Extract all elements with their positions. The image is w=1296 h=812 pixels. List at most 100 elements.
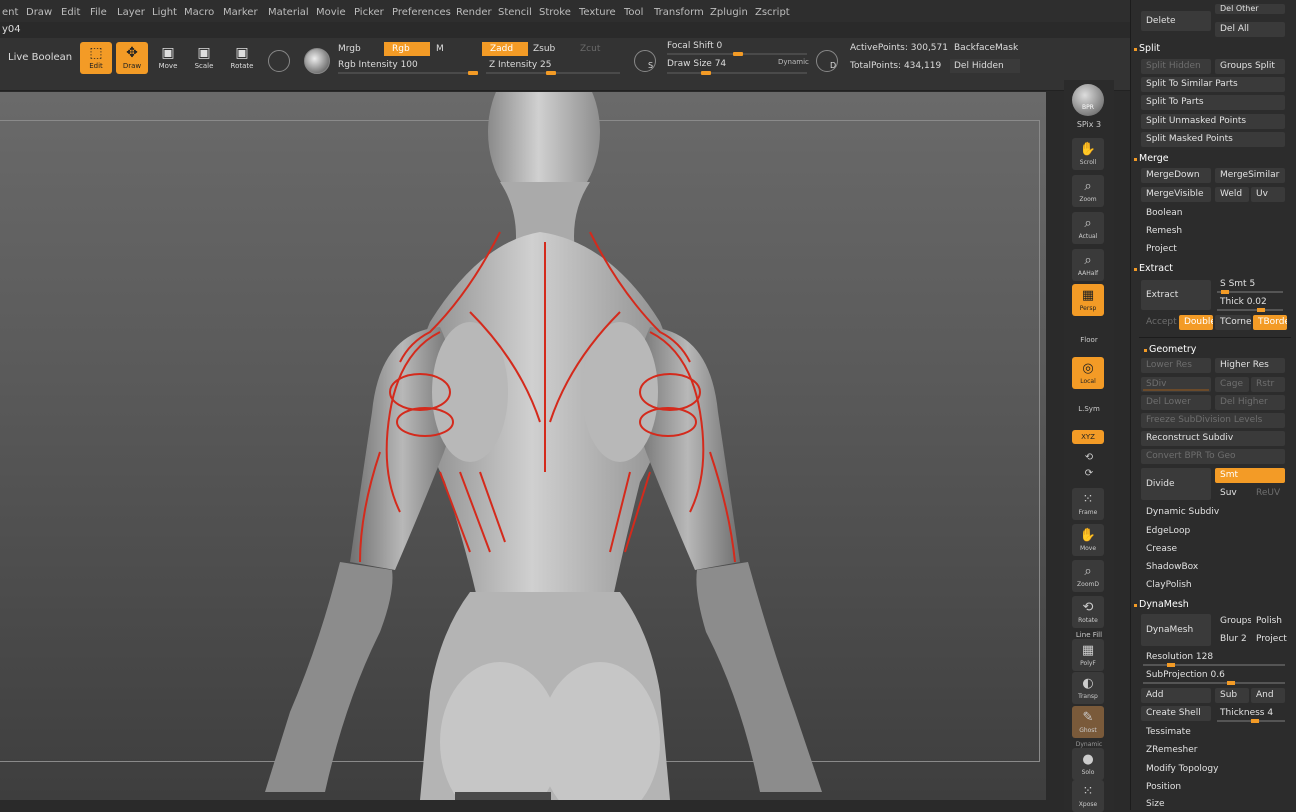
create-shell-button[interactable]: Create Shell — [1141, 706, 1211, 721]
move-button[interactable]: ▣ Move — [152, 42, 184, 74]
tborde-button[interactable]: TBorde — [1253, 315, 1287, 330]
persp-button[interactable]: ▦ Persp — [1072, 284, 1104, 316]
del-hidden-button[interactable]: Del Hidden — [950, 59, 1020, 73]
merge-down-button[interactable]: MergeDown — [1141, 168, 1211, 183]
menu-item[interactable]: Preferences — [392, 7, 451, 18]
groups-button[interactable]: Groups — [1215, 614, 1251, 629]
smt-button[interactable]: Smt — [1215, 468, 1285, 483]
subprojection-slider[interactable]: SubProjection 0.6 — [1141, 668, 1285, 683]
zsub-button[interactable]: Zsub — [533, 44, 555, 54]
menu-item[interactable]: Tool — [624, 7, 643, 18]
s-smt-track[interactable] — [1217, 290, 1283, 294]
zoom3d-button[interactable]: ⌕ ZoomD — [1072, 560, 1104, 592]
project-section[interactable]: Project — [1141, 242, 1285, 257]
higher-res-button[interactable]: Higher Res — [1215, 358, 1285, 373]
dynamic-subdiv-section[interactable]: Dynamic Subdiv — [1141, 505, 1285, 520]
double-button[interactable]: Double — [1179, 315, 1213, 330]
zcut-button[interactable]: Zcut — [580, 44, 600, 54]
crease-section[interactable]: Crease — [1141, 542, 1285, 557]
bottom-tray-handle[interactable] — [455, 792, 551, 800]
menu-item[interactable]: Macro — [184, 7, 214, 18]
rgb-button[interactable]: Rgb — [384, 42, 430, 56]
draw-size-track[interactable] — [667, 71, 807, 75]
split-masked-button[interactable]: Split Masked Points — [1141, 132, 1285, 147]
groups-split-button[interactable]: Groups Split — [1215, 59, 1285, 74]
subprojection-track[interactable] — [1143, 681, 1285, 685]
edgeloop-section[interactable]: EdgeLoop — [1141, 524, 1285, 539]
thick-track[interactable] — [1217, 308, 1283, 312]
bpr-button[interactable]: BPR — [1072, 84, 1104, 116]
freeze-subdiv-button[interactable]: Freeze SubDivision Levels — [1141, 413, 1285, 428]
tcorne-button[interactable]: TCorne — [1215, 315, 1251, 330]
solo-button[interactable]: ● Solo — [1072, 748, 1104, 780]
blur-slider[interactable]: Blur 2 — [1215, 632, 1251, 647]
del-all-button[interactable]: Del All — [1215, 22, 1285, 37]
ghost-button[interactable]: ✎ Ghost — [1072, 706, 1104, 738]
accept-button[interactable]: Accept — [1141, 315, 1177, 330]
split-similar-button[interactable]: Split To Similar Parts — [1141, 77, 1285, 92]
xyz-button[interactable]: XYZ — [1072, 430, 1104, 444]
position-section[interactable]: Position — [1141, 780, 1285, 795]
del-higher-button[interactable]: Del Higher — [1215, 395, 1285, 410]
focal-shift-track[interactable] — [667, 52, 807, 56]
aahalf-button[interactable]: ⌕ AAHalf — [1072, 249, 1104, 281]
draw-size-slider[interactable]: Draw Size 74 — [667, 59, 726, 69]
menu-item[interactable]: Stroke — [539, 7, 571, 18]
menu-item[interactable]: Material — [268, 7, 309, 18]
canvas-viewport[interactable] — [0, 92, 1046, 800]
dynamesh-section[interactable]: DynaMesh — [1134, 599, 1189, 610]
rotate-view-button[interactable]: ⟲ Rotate — [1072, 596, 1104, 628]
scroll-button[interactable]: ✋ Scroll — [1072, 138, 1104, 170]
menu-item[interactable]: Zplugin — [710, 7, 748, 18]
divide-button[interactable]: Divide — [1141, 468, 1211, 500]
lower-res-button[interactable]: Lower Res — [1141, 358, 1211, 373]
scale-button[interactable]: ▣ Scale — [188, 42, 220, 74]
m-button[interactable]: M — [436, 44, 444, 54]
delete-button[interactable]: Delete — [1141, 11, 1211, 31]
spix-control[interactable]: SPix 3 — [1064, 120, 1114, 129]
floor-button[interactable]: Floor — [1064, 336, 1114, 344]
menu-item[interactable]: Render — [456, 7, 492, 18]
z-intensity-track[interactable] — [486, 71, 620, 75]
weld-button[interactable]: Weld — [1215, 187, 1249, 202]
move-view-button[interactable]: ✋ Move — [1072, 524, 1104, 556]
draw-button[interactable]: ✥ Draw — [116, 42, 148, 74]
lsym-button[interactable]: L.Sym — [1064, 405, 1114, 413]
zadd-button[interactable]: Zadd — [482, 42, 528, 56]
menu-item[interactable]: Draw — [26, 7, 52, 18]
boolean-section[interactable]: Boolean — [1141, 206, 1285, 221]
claypolish-section[interactable]: ClayPolish — [1141, 578, 1285, 593]
menu-item[interactable]: Marker — [223, 7, 258, 18]
split-parts-button[interactable]: Split To Parts — [1141, 95, 1285, 110]
rotate-button[interactable]: ▣ Rotate — [226, 42, 258, 74]
del-other-button[interactable]: Del Other — [1215, 4, 1285, 14]
shadowbox-section[interactable]: ShadowBox — [1141, 560, 1285, 575]
extract-section[interactable]: Extract — [1133, 263, 1173, 274]
thickness-track[interactable] — [1217, 719, 1285, 723]
resolution-slider[interactable]: Resolution 128 — [1141, 650, 1285, 665]
menu-item[interactable]: Zscript — [755, 7, 790, 18]
rotate-axis-icon[interactable]: ⟲ — [1064, 452, 1114, 463]
rgb-intensity-track[interactable] — [338, 71, 478, 75]
merge-similar-button[interactable]: MergeSimilar — [1215, 168, 1285, 183]
split-section[interactable]: Split — [1133, 43, 1160, 54]
sub-button[interactable]: Sub — [1215, 688, 1249, 703]
mrgb-button[interactable]: Mrgb — [338, 44, 361, 54]
reuv-button[interactable]: ReUV — [1251, 486, 1285, 501]
rstr-button[interactable]: Rstr — [1251, 377, 1285, 392]
polyf-button[interactable]: ▦ PolyF — [1072, 639, 1104, 671]
dynamic-button[interactable]: Dynamic — [778, 58, 809, 66]
menu-item[interactable]: Movie — [316, 7, 346, 18]
remesh-section[interactable]: Remesh — [1141, 224, 1285, 239]
transp-button[interactable]: ◐ Transp — [1072, 672, 1104, 704]
menu-item[interactable]: Light — [152, 7, 177, 18]
tessimate-section[interactable]: Tessimate — [1141, 725, 1285, 740]
merge-visible-button[interactable]: MergeVisible — [1141, 187, 1211, 202]
thickness-slider[interactable]: Thickness 4 — [1215, 706, 1285, 721]
texture-sphere-icon[interactable] — [304, 48, 330, 74]
menu-item[interactable]: Layer — [117, 7, 145, 18]
reconstruct-subdiv-button[interactable]: Reconstruct Subdiv — [1141, 431, 1285, 446]
extract-button[interactable]: Extract — [1141, 280, 1211, 310]
add-button[interactable]: Add — [1141, 688, 1211, 703]
zremesher-section[interactable]: ZRemesher — [1141, 743, 1285, 758]
